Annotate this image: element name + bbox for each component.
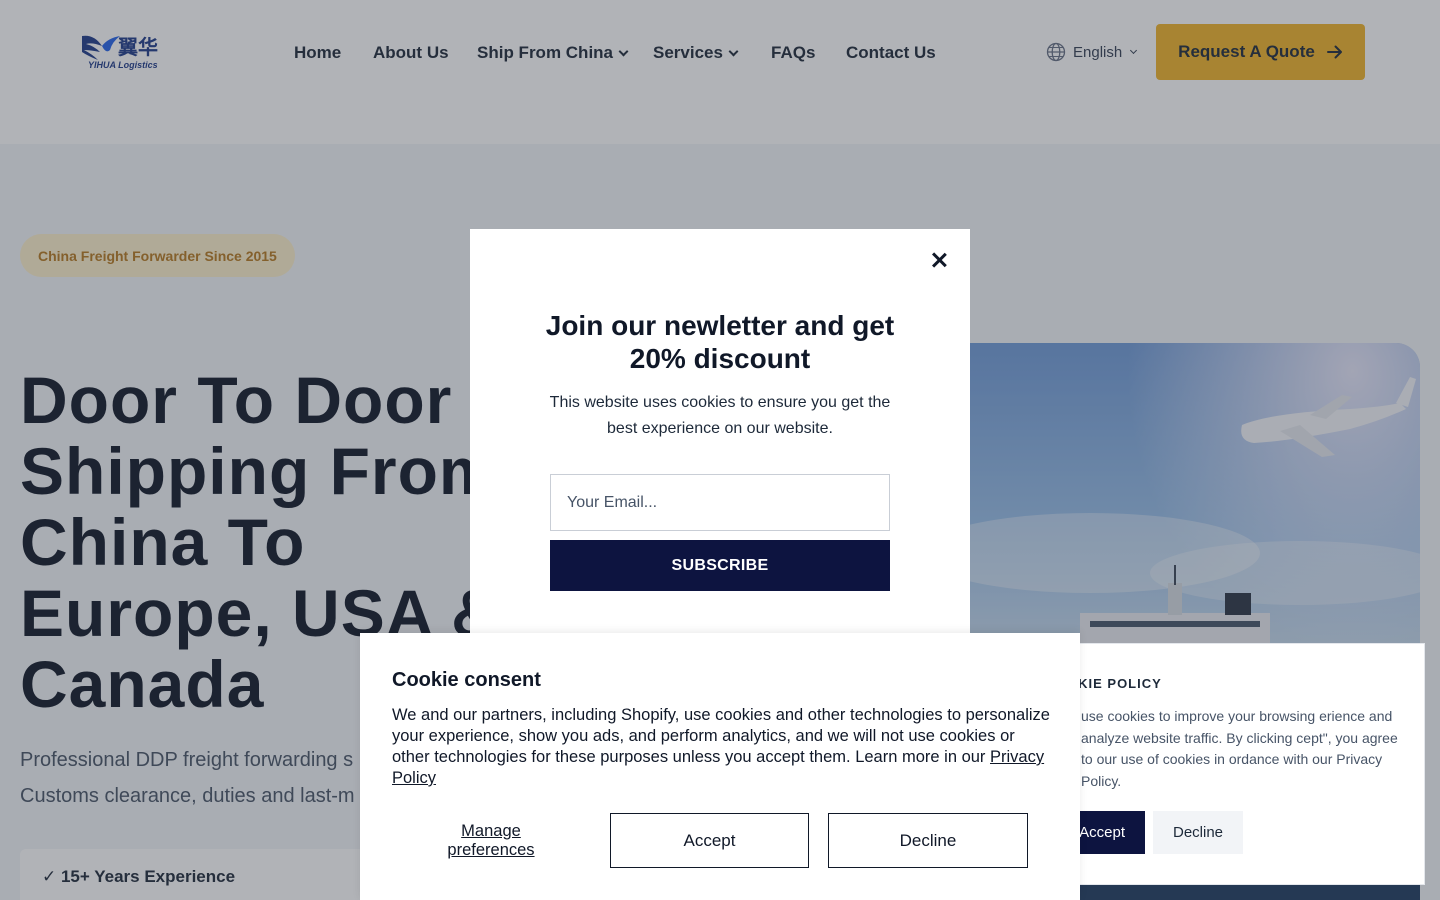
decline-label: Decline xyxy=(899,830,957,850)
cookie-policy-text: use cookies to improve your browsing eri… xyxy=(1081,708,1398,789)
newsletter-text: This website uses cookies to ensure you … xyxy=(549,394,891,437)
close-icon[interactable] xyxy=(928,249,950,271)
cookie-consent-body: We and our partners, including Shopify, … xyxy=(392,706,1050,766)
cookie-policy-decline-label: Decline xyxy=(1172,824,1224,841)
email-field[interactable] xyxy=(550,474,890,531)
cookie-policy-decline-button[interactable]: Decline xyxy=(1153,811,1243,854)
cookie-policy-heading: OKIE POLICY xyxy=(1067,676,1162,691)
cookie-policy-accept-label: Accept xyxy=(1079,824,1125,841)
decline-button[interactable]: Decline xyxy=(828,813,1028,868)
newsletter-modal: Join our newletter and get 20% discount … xyxy=(470,229,970,649)
cookie-consent-banner: Cookie consent We and our partners, incl… xyxy=(360,633,1080,900)
subscribe-button[interactable]: SUBSCRIBE xyxy=(550,540,890,591)
accept-button[interactable]: Accept xyxy=(610,813,809,868)
subscribe-label: SUBSCRIBE xyxy=(671,556,769,574)
accept-label: Accept xyxy=(683,830,736,850)
cookie-consent-title: Cookie consent xyxy=(392,669,541,691)
cookie-policy-card: OKIE POLICY use cookies to improve your … xyxy=(1060,643,1425,885)
manage-preferences-link[interactable]: Manage preferences xyxy=(428,822,554,860)
newsletter-title: Join our newletter and get 20% discount xyxy=(545,310,895,374)
cookie-consent-text: We and our partners, including Shopify, … xyxy=(392,705,1052,789)
